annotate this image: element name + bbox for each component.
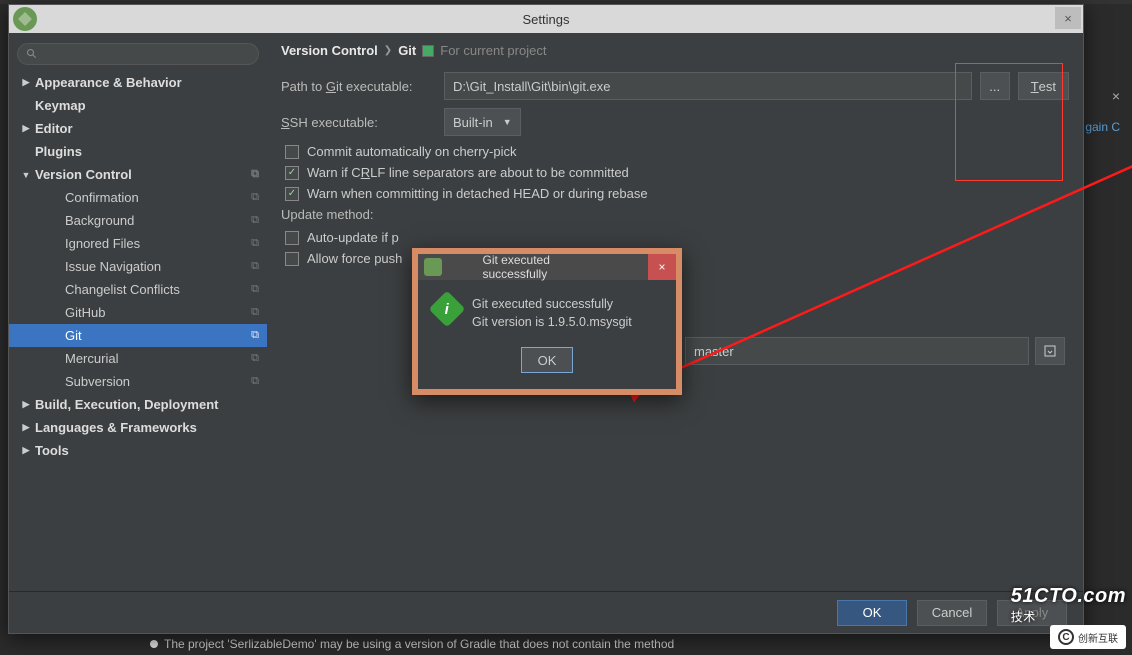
breadcrumb-leaf: Git — [398, 43, 416, 58]
update-method-label: Update method: — [281, 207, 391, 222]
sidebar-item-tools[interactable]: ▶ Tools — [9, 439, 267, 462]
bg-status-bar: The project 'SerlizableDemo' may be usin… — [150, 637, 1132, 651]
sidebar-item-ignored-files[interactable]: Ignored Files ⧉ — [9, 232, 267, 255]
app-icon — [13, 7, 37, 31]
popup-app-icon — [424, 258, 442, 276]
expand-icon — [1044, 345, 1056, 357]
git-path-input[interactable] — [444, 72, 972, 100]
bg-close-icon[interactable]: × — [1112, 88, 1120, 104]
copy-icon: ⧉ — [251, 237, 259, 250]
sidebar-item-appearance-behavior[interactable]: ▶ Appearance & Behavior — [9, 71, 267, 94]
breadcrumb-scope: For current project — [440, 43, 546, 58]
tree-arrow-icon: ▶ — [21, 445, 31, 456]
expand-button[interactable] — [1035, 337, 1065, 365]
sidebar-item-subversion[interactable]: Subversion ⧉ — [9, 370, 267, 393]
sidebar-item-label: GitHub — [65, 305, 105, 320]
search-input[interactable] — [17, 43, 259, 65]
tree-arrow-icon: ▶ — [21, 422, 31, 433]
sidebar-item-mercurial[interactable]: Mercurial ⧉ — [9, 347, 267, 370]
sidebar-item-label: Changelist Conflicts — [65, 282, 180, 297]
settings-tree: ▶ Appearance & Behavior Keymap ▶ Editor Plugi… — [9, 71, 267, 591]
popup-close-button[interactable]: × — [648, 254, 676, 280]
ssh-label: SSH executable: — [281, 115, 436, 130]
search-icon — [26, 48, 38, 60]
sidebar-item-label: Languages & Frameworks — [35, 420, 197, 435]
sidebar-item-label: Appearance & Behavior — [35, 75, 182, 90]
sidebar-item-label: Build, Execution, Deployment — [35, 397, 218, 412]
detached-head-checkbox[interactable]: ✓Warn when committing in detached HEAD o… — [285, 186, 1069, 201]
close-button[interactable]: × — [1055, 7, 1081, 29]
cancel-button[interactable]: Cancel — [917, 600, 987, 626]
tree-arrow-icon: ▶ — [21, 123, 31, 134]
sidebar-item-languages-frameworks[interactable]: ▶ Languages & Frameworks — [9, 416, 267, 439]
window-title: Settings — [523, 12, 570, 27]
apply-button[interactable]: Apply — [997, 600, 1067, 626]
logo-badge: C创新互联 — [1050, 625, 1126, 649]
sidebar-item-issue-navigation[interactable]: Issue Navigation ⧉ — [9, 255, 267, 278]
copy-icon: ⧉ — [251, 191, 259, 204]
copy-icon: ⧉ — [251, 260, 259, 273]
protected-branches-input[interactable] — [685, 337, 1029, 365]
sidebar-item-build-execution-deployment[interactable]: ▶ Build, Execution, Deployment — [9, 393, 267, 416]
browse-button[interactable]: ... — [980, 72, 1010, 100]
crlf-warn-checkbox[interactable]: ✓Warn if CRLF line separators are about … — [285, 165, 1069, 180]
tree-arrow-icon: ▶ — [21, 77, 31, 88]
breadcrumb: Version Control ❯ Git For current projec… — [281, 43, 1069, 58]
sidebar: ▶ Appearance & Behavior Keymap ▶ Editor Plugi… — [9, 33, 267, 591]
sidebar-item-label: Subversion — [65, 374, 130, 389]
copy-icon: ⧉ — [251, 375, 259, 388]
copy-icon: ⧉ — [251, 168, 259, 181]
success-popup: Git executed successfully × i Git execut… — [412, 248, 682, 395]
info-icon: i — [429, 291, 466, 328]
sidebar-item-background[interactable]: Background ⧉ — [9, 209, 267, 232]
copy-icon: ⧉ — [251, 306, 259, 319]
chevron-down-icon: ▼ — [503, 117, 512, 127]
sidebar-item-label: Mercurial — [65, 351, 118, 366]
copy-icon: ⧉ — [251, 329, 259, 342]
sidebar-item-label: Confirmation — [65, 190, 139, 205]
sidebar-item-label: Keymap — [35, 98, 86, 113]
sidebar-item-confirmation[interactable]: Confirmation ⧉ — [9, 186, 267, 209]
bg-gain-label: gain C — [1085, 120, 1120, 134]
sidebar-item-version-control[interactable]: ▼ Version Control ⧉ — [9, 163, 267, 186]
copy-icon: ⧉ — [251, 214, 259, 227]
ssh-select[interactable]: Built-in▼ — [444, 108, 521, 136]
sidebar-item-github[interactable]: GitHub ⧉ — [9, 301, 267, 324]
copy-icon: ⧉ — [251, 283, 259, 296]
sidebar-item-label: Issue Navigation — [65, 259, 161, 274]
sidebar-item-keymap[interactable]: Keymap — [9, 94, 267, 117]
sidebar-item-plugins[interactable]: Plugins — [9, 140, 267, 163]
sidebar-item-git[interactable]: Git ⧉ — [9, 324, 267, 347]
sidebar-item-label: Plugins — [35, 144, 82, 159]
sidebar-item-label: Git — [65, 328, 82, 343]
sidebar-item-editor[interactable]: ▶ Editor — [9, 117, 267, 140]
sidebar-item-label: Version Control — [35, 167, 132, 182]
sidebar-item-changelist-conflicts[interactable]: Changelist Conflicts ⧉ — [9, 278, 267, 301]
auto-update-checkbox[interactable]: Auto-update if p — [285, 230, 1069, 245]
sidebar-item-label: Editor — [35, 121, 73, 136]
sidebar-item-label: Tools — [35, 443, 69, 458]
chevron-right-icon: ❯ — [384, 45, 392, 56]
copy-icon: ⧉ — [251, 352, 259, 365]
popup-title: Git executed successfully — [483, 253, 612, 281]
popup-titlebar: Git executed successfully × — [418, 254, 676, 280]
dialog-footer: OK Cancel Apply — [9, 591, 1083, 633]
popup-ok-button[interactable]: OK — [521, 347, 573, 373]
sidebar-item-label: Background — [65, 213, 134, 228]
test-button[interactable]: Test — [1018, 72, 1069, 100]
ok-button[interactable]: OK — [837, 600, 907, 626]
path-label: Path to Git executable: — [281, 79, 436, 94]
cherry-pick-checkbox[interactable]: Commit automatically on cherry-pick — [285, 144, 1069, 159]
tree-arrow-icon: ▼ — [21, 170, 31, 180]
sidebar-item-label: Ignored Files — [65, 236, 140, 251]
project-icon — [422, 45, 434, 57]
tree-arrow-icon: ▶ — [21, 399, 31, 410]
popup-message: Git executed successfully Git version is… — [472, 296, 632, 331]
titlebar: Settings × — [9, 5, 1083, 33]
breadcrumb-root: Version Control — [281, 43, 378, 58]
